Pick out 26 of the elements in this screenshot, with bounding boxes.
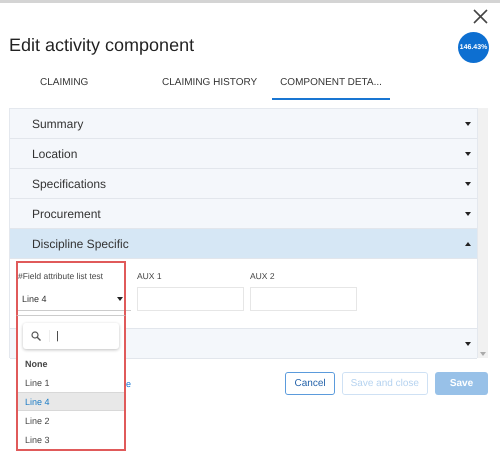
field-label: AUX 2: [250, 271, 276, 281]
tab[interactable]: CLAIMING: [32, 73, 102, 100]
section-title: Summary: [32, 116, 84, 130]
field-label: AUX 1: [137, 271, 163, 281]
dropdown-option[interactable]: Line 1: [18, 374, 124, 392]
section-title: Location: [32, 146, 78, 160]
dropdown-option[interactable]: Line 3: [18, 430, 124, 449]
field-label: #Field attribute list test: [18, 271, 104, 281]
section-header[interactable]: Specifications: [10, 169, 477, 199]
section-header[interactable]: Discipline Specific: [10, 229, 477, 259]
search-field[interactable]: |: [23, 323, 119, 349]
dropdown-option[interactable]: None: [18, 354, 124, 374]
tab[interactable]: COMPONENT DETA...: [272, 73, 390, 100]
dialog-title: Edit activity component: [9, 35, 194, 56]
section-title: Procurement: [32, 206, 101, 220]
select-field[interactable]: Line 4: [18, 287, 131, 311]
section-header[interactable]: Location: [10, 139, 477, 169]
dropdown-option[interactable]: Line 2: [18, 411, 124, 430]
section-title: Discipline Specific: [32, 236, 129, 250]
button[interactable]: Cancel: [285, 372, 335, 395]
dropdown-option[interactable]: Line 4: [18, 392, 124, 412]
section-header[interactable]: Summary: [10, 109, 477, 139]
link[interactable]: e: [126, 378, 132, 388]
tab[interactable]: CLAIMING HISTORY: [154, 73, 264, 100]
section-header[interactable]: Procurement: [10, 199, 477, 229]
section-title: Specifications: [32, 176, 106, 190]
